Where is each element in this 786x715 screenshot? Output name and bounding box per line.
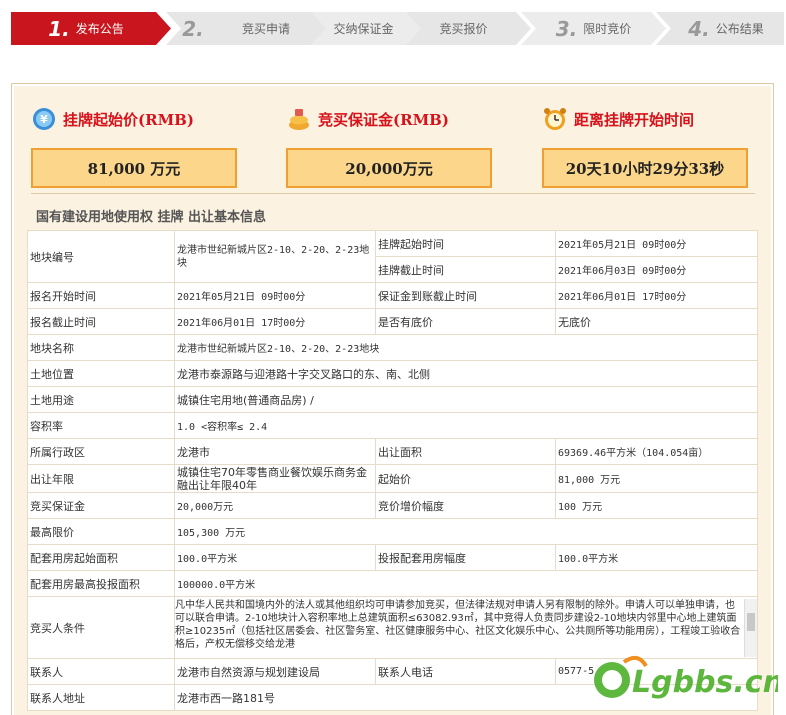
table-row: 土地用途 城镇住宅用地(普通商品房) /	[27, 386, 758, 413]
scrollbar[interactable]	[744, 598, 757, 657]
cell-value: 69369.46平方米（104.054亩）	[555, 438, 758, 465]
start-price-card: ¥ 挂牌起始价(RMB) 81,000 万元	[31, 104, 237, 188]
cell-value: 无底价	[555, 308, 758, 335]
bidder-conditions-text[interactable]: 凡中华人民共和国境内外的法人或其他组织均可申请参加竞买，但法律法规对申请人另有限…	[175, 598, 757, 657]
cell-key: 配套用房起始面积	[27, 544, 175, 571]
cell-key: 联系人电话	[375, 658, 556, 685]
section-title: 国有建设用地使用权 挂牌 出让基本信息	[36, 210, 267, 225]
alarm-clock-icon	[544, 108, 566, 130]
cell-value: 城镇住宅70年零售商业餐饮娱乐商务金融出让年限40年	[174, 464, 376, 493]
cell-key: 竞价增价幅度	[375, 492, 556, 519]
svg-text:¥: ¥	[40, 113, 48, 126]
progress-steps: 1. 发布公告 2. 竞买申请 交纳保证金 竞买报价 3. 限时竞价 4. 公布结果	[11, 12, 784, 45]
cell-value: 龙港市世纪新城片区2-10、2-20、2-23地块	[174, 334, 758, 361]
cell-key: 联系人地址	[27, 684, 175, 711]
cell-key: 挂牌起始时间	[375, 230, 556, 257]
step-timed-bidding[interactable]: 3. 限时竞价	[536, 12, 651, 45]
scrollbar-thumb[interactable]	[747, 612, 755, 631]
step-bid-application[interactable]: 竞买申请	[221, 12, 311, 45]
table-row: 配套用房起始面积 100.0平方米 投报配套用房幅度 100.0平方米	[27, 544, 758, 571]
cell-key: 保证金到账截止时间	[375, 282, 556, 309]
table-row: 报名开始时间 2021年05月21日 09时00分 保证金到账截止时间 2021…	[27, 282, 758, 309]
table-row: 土地位置 龙港市泰源路与迎港路十字交叉路口的东、南、北侧	[27, 360, 758, 387]
cell-key: 土地位置	[27, 360, 175, 387]
deposit-label: 竞买保证金(RMB)	[318, 110, 449, 129]
cell-key: 所属行政区	[27, 438, 175, 465]
cell-value: 20,000万元	[174, 492, 376, 519]
gold-coins-icon	[289, 109, 309, 130]
cell-key: 土地用途	[27, 386, 175, 413]
countdown-label: 距离挂牌开始时间	[574, 110, 695, 129]
cell-key: 报名截止时间	[27, 308, 175, 335]
cell-value: 龙港市泰源路与迎港路十字交叉路口的东、南、北侧	[174, 360, 758, 387]
cell-value: 龙港市自然资源与规划建设局	[174, 658, 376, 685]
table-row: 出让年限 城镇住宅70年零售商业餐饮娱乐商务金融出让年限40年 起始价 81,0…	[27, 464, 758, 493]
cell-value: 100 万元	[555, 492, 758, 519]
table-row: 报名截止时间 2021年06月01日 17时00分 是否有底价 无底价	[27, 308, 758, 335]
table-row: 地块编号 龙港市世纪新城片区2-10、2-20、2-23地块 挂牌起始时间 20…	[27, 230, 758, 283]
table-row: 竞买保证金 20,000万元 竞价增价幅度 100 万元	[27, 492, 758, 519]
countdown-card: 距离挂牌开始时间 20天10小时29分33秒	[542, 104, 748, 188]
table-row: 容积率 1.0 <容积率≤ 2.4	[27, 412, 758, 439]
cell-key: 地块编号	[27, 230, 175, 283]
table-row: 地块名称 龙港市世纪新城片区2-10、2-20、2-23地块	[27, 334, 758, 361]
main-panel: ¥ 挂牌起始价(RMB) 81,000 万元 竞买保证金(RMB) 20,000…	[11, 83, 774, 715]
table-row: 配套用房最高投报面积 100000.0平方米	[27, 570, 758, 597]
cell-key: 竞买保证金	[27, 492, 175, 519]
step-2[interactable]: 2.	[176, 12, 216, 45]
cell-key: 出让面积	[375, 438, 556, 465]
cell-key: 起始价	[375, 464, 556, 493]
deposit-card: 竞买保证金(RMB) 20,000万元	[286, 104, 492, 188]
cell-value: 城镇住宅用地(普通商品房) /	[174, 386, 758, 413]
step-publish-result[interactable]: 4. 公布结果	[671, 12, 781, 45]
cell-value: 100.0平方米	[555, 544, 758, 571]
step-publish-notice[interactable]: 1. 发布公告	[11, 12, 161, 45]
cell-key: 配套用房最高投报面积	[27, 570, 175, 597]
cell-key: 最高限价	[27, 518, 175, 545]
cell-value: 2021年06月01日 17时00分	[174, 308, 376, 335]
cell-value: 龙港市世纪新城片区2-10、2-20、2-23地块	[174, 230, 376, 283]
cell-value: 2021年05月21日 09时00分	[174, 282, 376, 309]
table-row: 所属行政区 龙港市 出让面积 69369.46平方米（104.054亩）	[27, 438, 758, 465]
cell-key: 地块名称	[27, 334, 175, 361]
cell-key: 容积率	[27, 412, 175, 439]
start-price-label: 挂牌起始价(RMB)	[63, 110, 194, 129]
money-icon: ¥	[33, 108, 55, 130]
cell-key: 是否有底价	[375, 308, 556, 335]
deposit-value: 20,000万元	[286, 148, 492, 188]
cell-key: 联系人	[27, 658, 175, 685]
cell-value: 100000.0平方米	[174, 570, 758, 597]
cell-key: 投报配套用房幅度	[375, 544, 556, 571]
cell-value: 2021年05月21日 09时00分	[555, 230, 758, 257]
start-price-value: 81,000 万元	[31, 148, 237, 188]
cell-value: 2021年06月01日 17时00分	[555, 282, 758, 309]
cell-key: 竞买人条件	[27, 596, 175, 659]
cell-value: 1.0 <容积率≤ 2.4	[174, 412, 758, 439]
site-watermark-logo: Lgbbs.cn	[594, 655, 778, 700]
cell-value: 龙港市	[174, 438, 376, 465]
divider	[31, 193, 755, 194]
cell-key: 出让年限	[27, 464, 175, 493]
cell-value: 100.0平方米	[174, 544, 376, 571]
cell-key: 报名开始时间	[27, 282, 175, 309]
cell-value: 105,300 万元	[174, 518, 758, 545]
table-row: 最高限价 105,300 万元	[27, 518, 758, 545]
land-info-table: 地块编号 龙港市世纪新城片区2-10、2-20、2-23地块 挂牌起始时间 20…	[27, 230, 758, 711]
step-pay-deposit[interactable]: 交纳保证金	[316, 12, 411, 45]
bidder-conditions-content: 凡中华人民共和国境内外的法人或其他组织均可申请参加竞买，但法律法规对申请人另有限…	[175, 599, 741, 650]
svg-text:Lgbbs.cn: Lgbbs.cn	[632, 665, 778, 700]
cell-key: 挂牌截止时间	[375, 256, 556, 283]
cell-value: 2021年06月03日 09时00分	[555, 256, 758, 283]
step-bid-quote[interactable]: 竞买报价	[416, 12, 511, 45]
countdown-value: 20天10小时29分33秒	[542, 148, 748, 188]
cell-value: 81,000 万元	[555, 464, 758, 493]
